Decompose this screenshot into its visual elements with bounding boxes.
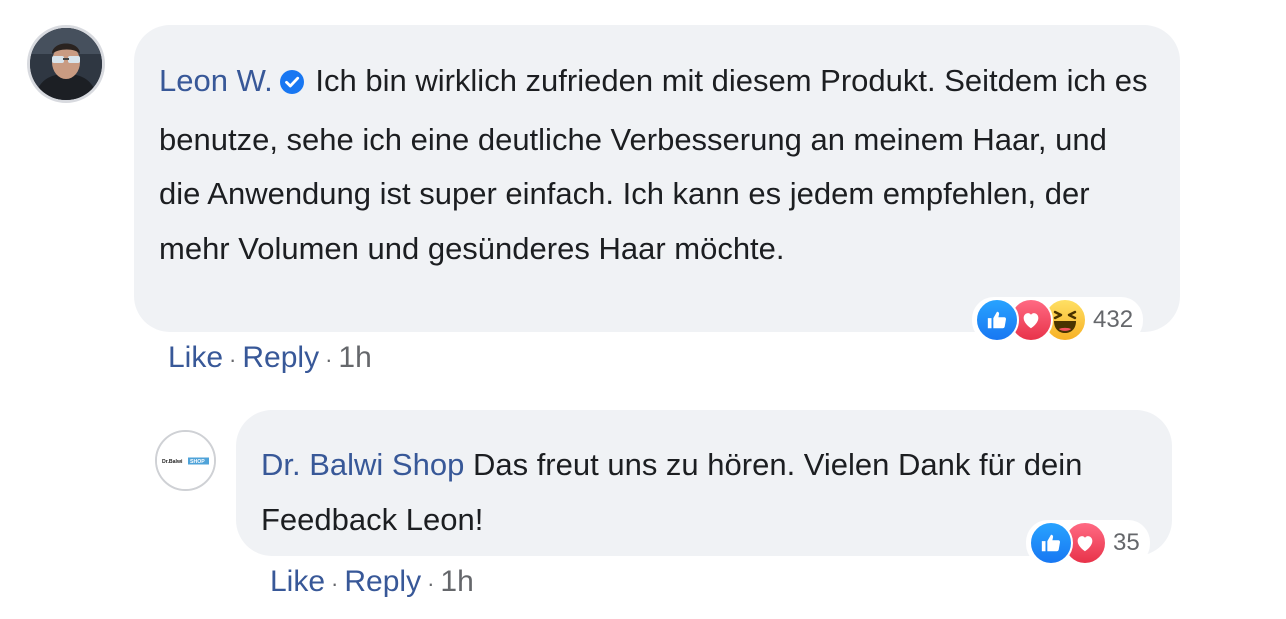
avatar-leon[interactable]: [27, 25, 105, 103]
avatar-dr-balwi-shop[interactable]: Dr.Balwi SHOP: [155, 430, 216, 491]
reaction-count: 432: [1093, 306, 1134, 333]
like-reaction-icon: [1029, 521, 1073, 565]
reply-body: Dr. Balwi Shop Das freut uns zu hören. V…: [261, 438, 1142, 547]
separator-dot: ·: [331, 571, 339, 596]
reply-link[interactable]: Reply: [242, 341, 319, 375]
reactions-summary[interactable]: 432: [972, 297, 1144, 343]
like-reaction-icon: [975, 298, 1019, 342]
comment-text: Ich bin wirklich zufrieden mit diesem Pr…: [159, 63, 1148, 266]
separator-dot: ·: [427, 571, 435, 596]
separator-dot: ·: [325, 347, 333, 372]
svg-text:Dr.Balwi: Dr.Balwi: [162, 459, 183, 465]
shop-logo-icon: Dr.Balwi SHOP: [157, 432, 214, 489]
timestamp[interactable]: 1h: [338, 341, 371, 375]
svg-text:SHOP: SHOP: [190, 459, 205, 465]
reaction-count: 35: [1113, 529, 1140, 556]
reply-link[interactable]: Reply: [344, 565, 421, 599]
comment-bubble: Leon W. Ich bin wirklich zufrieden mit d…: [134, 25, 1180, 332]
verified-check-icon: [279, 58, 305, 113]
reply-actions: Like · Reply · 1h: [270, 565, 474, 599]
comment-author[interactable]: Leon W.: [159, 63, 273, 98]
reply-author[interactable]: Dr. Balwi Shop: [261, 447, 464, 482]
reply-reactions-summary[interactable]: 35: [1026, 520, 1150, 566]
separator-dot: ·: [229, 347, 237, 372]
timestamp[interactable]: 1h: [440, 565, 473, 599]
comment-body: Leon W. Ich bin wirklich zufrieden mit d…: [159, 54, 1150, 276]
like-link[interactable]: Like: [270, 565, 325, 599]
comment-actions: Like · Reply · 1h: [168, 341, 372, 375]
profile-photo-icon: [30, 28, 102, 100]
like-link[interactable]: Like: [168, 341, 223, 375]
